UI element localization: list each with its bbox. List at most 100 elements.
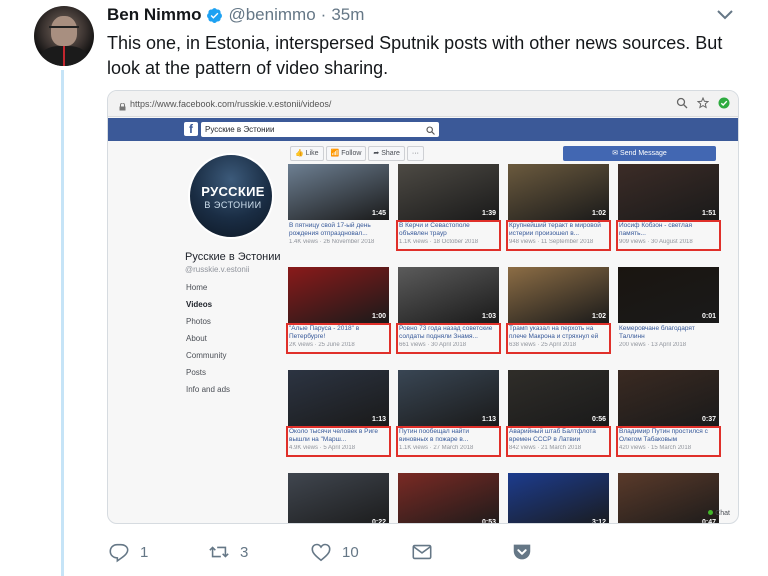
video-card: 0:37 Владимир Путин простился с Олегом Та…: [616, 370, 721, 460]
browser-bar-icons: [676, 96, 730, 109]
browser-address-bar: https://www.facebook.com/russkie.v.eston…: [108, 91, 738, 117]
video-card: 1:03 Ровно 73 года назад советские солдат…: [396, 267, 501, 357]
search-icon: [426, 125, 435, 135]
zoom-icon: [676, 96, 688, 109]
video-card: 3:12Смотрите на видео, как на площади Св…: [508, 473, 609, 523]
video-duration: 0:47: [701, 519, 716, 524]
video-thumbnail: 1:45: [288, 164, 389, 220]
page-like-button: 👍 Like: [290, 146, 324, 161]
red-highlight-box: [396, 323, 501, 354]
page-nav-about: About: [186, 334, 207, 343]
facebook-search-value: Русские в Эстонии: [205, 125, 275, 134]
page-nav-home: Home: [186, 283, 208, 292]
reply-button[interactable]: 1: [108, 541, 148, 563]
star-icon: [696, 96, 710, 109]
separator: ·: [320, 5, 327, 24]
retweet-icon: [209, 546, 229, 558]
video-card: 1:39 В Керчи и Севастополе объявлен траур…: [396, 164, 501, 254]
reply-count: 1: [140, 543, 149, 561]
video-thumbnail: 1:39: [398, 164, 499, 220]
video-meta: 1.4K views · 26 November 2018: [289, 239, 375, 245]
video-thumbnail: 0:37: [618, 370, 719, 426]
video-duration: 1:13: [481, 416, 496, 423]
verified-icon: [206, 7, 223, 24]
video-duration: 1:02: [591, 210, 606, 217]
video-thumbnail: 1:13: [398, 370, 499, 426]
direct-message-button[interactable]: [411, 541, 433, 563]
video-duration: 1:39: [481, 210, 496, 217]
retweet-count: 3: [240, 543, 249, 561]
video-duration: 1:13: [371, 416, 386, 423]
browser-url: https://www.facebook.com/russkie.v.eston…: [116, 96, 716, 112]
reply-icon: [109, 543, 129, 563]
video-duration: 1:03: [481, 313, 496, 320]
red-highlight-box: [286, 426, 391, 457]
video-duration: 0:37: [701, 416, 716, 423]
page-profile-picture: РУССКИЕ В ЭСТОНИИ: [188, 153, 274, 239]
video-duration: 0:22: [371, 519, 386, 524]
video-thumbnail: 1:51: [618, 164, 719, 220]
red-highlight-box: [506, 323, 611, 354]
video-thumbnail: 0:01: [618, 267, 719, 323]
chat-label: Chat: [715, 510, 730, 517]
browser-url-text: https://www.facebook.com/russkie.v.eston…: [130, 99, 332, 109]
video-card: 0:56 Аварийный штаб Балтфлота времен СССР…: [506, 370, 611, 460]
video-card: 0:01 Кемеровчане благодарят Таллинн 200 vi…: [618, 267, 719, 357]
video-card: 1:13 Путин пообещал найти виновных в пожа…: [396, 370, 501, 460]
page-nav-community: Community: [186, 351, 227, 360]
video-duration: 1:02: [591, 313, 606, 320]
page-nav-videos: Videos: [186, 300, 213, 309]
page-follow-button: 📶 Follow: [325, 146, 367, 161]
video-thumbnail: 1:02: [508, 164, 609, 220]
heart-icon: [311, 543, 331, 562]
retweet-button[interactable]: 3: [208, 541, 248, 563]
video-card: 1:00 "Алые Паруса - 2018" в Петербурге! 2K…: [286, 267, 391, 357]
tweet-time[interactable]: 35m: [331, 5, 364, 25]
page-share-label: Share: [381, 150, 400, 157]
like-button[interactable]: 10: [310, 541, 359, 563]
page-share-button: ➦ Share: [368, 146, 405, 161]
avatar-lanyard: [63, 46, 65, 66]
video-card: 1:02 Трамп указал на перхоть на плече Мак…: [506, 267, 611, 357]
video-title: В пятницу свой 17-ый день рождения отпра…: [289, 222, 371, 237]
video-duration: 0:53: [481, 519, 496, 524]
send-message-button: ✉ Send Message: [563, 146, 716, 161]
video-thumbnail: 0:22: [288, 473, 389, 524]
page-logo-subtext: В ЭСТОНИИ: [204, 200, 262, 210]
page-name: Русские в Эстонии: [185, 251, 281, 263]
page-nav-info-ads: Info and ads: [186, 385, 231, 394]
video-thumbnail: 1:13: [288, 370, 389, 426]
author-handle[interactable]: @benimmo: [228, 5, 315, 25]
envelope-icon: [412, 544, 432, 560]
page-action-row: 👍 Like 📶 Follow ➦ Share ···: [290, 146, 424, 161]
chevron-down-icon[interactable]: [716, 8, 734, 22]
lock-icon: [119, 100, 126, 111]
video-card: 1:45 В пятницу свой 17-ый день рождения о…: [288, 164, 389, 254]
facebook-top-bar: f Русские в Эстонии: [108, 118, 738, 141]
video-card: 0:22С праздником, Эстония! 🇪🇪1.5K views …: [288, 473, 389, 524]
page-handle: @russkie.v.estonii: [185, 265, 250, 274]
video-thumbnail: 1:02: [508, 267, 609, 323]
thread-line: [61, 70, 64, 576]
page-nav-photos: Photos: [186, 317, 211, 326]
video-card: 1:13 Около тысячи человек в Риге вышли на…: [286, 370, 391, 460]
author-avatar[interactable]: [34, 6, 94, 66]
video-thumbnail: 3:12: [508, 473, 609, 523]
author-name[interactable]: Ben Nimmo: [107, 5, 201, 25]
avatar-glasses: [49, 26, 79, 32]
facebook-logo-icon: f: [184, 122, 198, 136]
video-card: 0:47Рождественский Таллинн 2017 💕: [618, 473, 719, 524]
pocket-button[interactable]: [511, 541, 533, 563]
video-duration: 0:01: [701, 313, 716, 320]
video-title: Кемеровчане благодарят Таллинн: [619, 325, 695, 340]
video-thumbnail: 0:53: [398, 473, 499, 524]
video-thumbnail: 1:03: [398, 267, 499, 323]
video-duration: 1:45: [371, 210, 386, 217]
facebook-search-input: Русские в Эстонии: [201, 122, 439, 137]
red-highlight-box: [616, 220, 721, 251]
page-nav-posts: Posts: [186, 368, 207, 377]
red-highlight-box: [616, 426, 721, 457]
tweet-media-image[interactable]: https://www.facebook.com/russkie.v.eston…: [107, 90, 739, 524]
page-logo-text: РУССКИЕ: [201, 184, 265, 199]
video-duration: 1:00: [371, 313, 386, 320]
